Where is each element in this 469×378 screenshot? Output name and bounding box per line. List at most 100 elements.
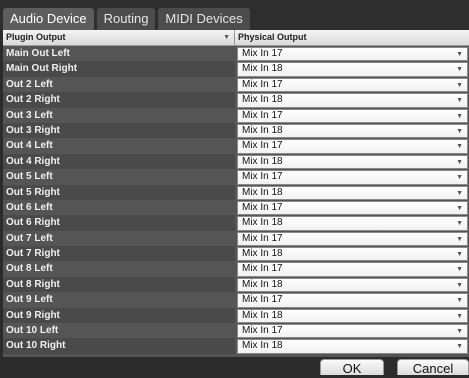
table-row: Out 2 Left Mix In 17 ▼ xyxy=(3,76,469,93)
chevron-down-icon: ▼ xyxy=(456,158,463,166)
physical-output-cell: Mix In 18 ▼ xyxy=(235,92,469,108)
tabs: Audio Device Routing MIDI Devices xyxy=(3,8,253,30)
physical-output-value: Mix In 18 xyxy=(242,155,283,167)
chevron-down-icon: ▼ xyxy=(456,281,463,289)
chevron-down-icon: ▼ xyxy=(456,51,463,58)
physical-output-cell: Mix In 18 ▼ xyxy=(235,61,469,77)
physical-output-cell: Mix In 17 ▼ xyxy=(235,199,469,216)
physical-output-value: Mix In 17 xyxy=(242,232,283,244)
physical-output-value: Mix In 18 xyxy=(242,217,283,229)
physical-output-cell: Mix In 18 ▼ xyxy=(235,153,469,170)
physical-output-select[interactable]: Mix In 17 ▼ xyxy=(237,47,468,62)
physical-output-value: Mix In 17 xyxy=(242,48,283,59)
ok-button[interactable]: OK xyxy=(320,359,384,376)
plugin-output-label: Main Out Right xyxy=(3,61,235,77)
plugin-output-label: Out 9 Right xyxy=(3,307,235,324)
chevron-down-icon: ▼ xyxy=(456,174,463,182)
plugin-output-label: Out 7 Left xyxy=(3,230,235,247)
tab-bar: Audio Device Routing MIDI Devices xyxy=(0,0,469,30)
plugin-output-label: Out 7 Right xyxy=(3,246,235,262)
physical-output-cell: Mix In 17 ▼ xyxy=(235,323,469,339)
physical-output-cell: Mix In 18 ▼ xyxy=(235,338,469,354)
table-row: Out 9 Left Mix In 17 ▼ xyxy=(3,292,469,308)
physical-output-select[interactable]: Mix In 18 ▼ xyxy=(237,247,468,262)
plugin-output-label: Out 10 Left xyxy=(3,323,235,339)
plugin-output-label: Out 2 Left xyxy=(3,76,235,93)
chevron-down-icon: ▼ xyxy=(456,143,463,151)
physical-output-cell: Mix In 17 ▼ xyxy=(235,76,469,93)
physical-output-cell: Mix In 18 ▼ xyxy=(235,122,469,139)
table-row: Main Out Left Mix In 17 ▼ xyxy=(3,46,469,62)
physical-output-value: Mix In 18 xyxy=(242,94,283,106)
physical-output-select[interactable]: Mix In 17 ▼ xyxy=(237,77,468,93)
physical-output-cell: Mix In 17 ▼ xyxy=(235,107,469,123)
tab-midi-devices[interactable]: MIDI Devices xyxy=(158,8,250,30)
physical-output-select[interactable]: Mix In 17 ▼ xyxy=(237,293,468,308)
physical-output-select[interactable]: Mix In 17 ▼ xyxy=(237,170,468,185)
table-row: Out 3 Left Mix In 17 ▼ xyxy=(3,107,469,123)
column-header-plugin-output[interactable]: Plugin Output ▼ xyxy=(3,30,235,45)
chevron-down-icon: ▼ xyxy=(456,81,463,89)
physical-output-select[interactable]: Mix In 17 ▼ xyxy=(237,108,468,123)
table-row: Out 6 Left Mix In 17 ▼ xyxy=(3,199,469,216)
physical-output-select[interactable]: Mix In 18 ▼ xyxy=(237,93,468,108)
chevron-down-icon: ▼ xyxy=(456,251,463,259)
physical-output-select[interactable]: Mix In 17 ▼ xyxy=(237,200,468,216)
plugin-output-label: Out 2 Right xyxy=(3,92,235,108)
physical-output-cell: Mix In 18 ▼ xyxy=(235,184,469,200)
table-row: Out 7 Right Mix In 18 ▼ xyxy=(3,246,469,262)
physical-output-value: Mix In 17 xyxy=(242,201,283,213)
physical-output-value: Mix In 18 xyxy=(242,186,283,198)
plugin-output-label: Out 8 Right xyxy=(3,276,235,293)
physical-output-value: Mix In 17 xyxy=(242,140,283,152)
table-body: Main Out Left Mix In 17 ▼ Main Out Right Mix… xyxy=(3,46,469,354)
routing-table: Plugin Output ▼ Physical Output Main Out… xyxy=(3,30,469,357)
physical-output-select[interactable]: Mix In 18 ▼ xyxy=(237,154,468,170)
chevron-down-icon: ▼ xyxy=(456,312,463,320)
physical-output-select[interactable]: Mix In 17 ▼ xyxy=(237,139,468,154)
physical-output-value: Mix In 18 xyxy=(242,278,283,290)
physical-output-value: Mix In 18 xyxy=(242,124,283,136)
chevron-down-icon: ▼ xyxy=(456,266,463,274)
column-header-label: Plugin Output xyxy=(6,32,66,42)
physical-output-value: Mix In 17 xyxy=(242,109,283,121)
column-header-label: Physical Output xyxy=(238,32,307,42)
chevron-down-icon: ▼ xyxy=(456,127,463,135)
physical-output-select[interactable]: Mix In 18 ▼ xyxy=(237,216,468,231)
physical-output-value: Mix In 17 xyxy=(242,263,283,275)
physical-output-select[interactable]: Mix In 18 ▼ xyxy=(237,62,468,77)
physical-output-select[interactable]: Mix In 18 ▼ xyxy=(237,185,468,200)
column-header-physical-output[interactable]: Physical Output xyxy=(235,30,469,45)
physical-output-select[interactable]: Mix In 17 ▼ xyxy=(237,262,468,277)
chevron-down-icon: ▼ xyxy=(456,343,463,351)
plugin-output-label: Out 10 Right xyxy=(3,338,235,354)
physical-output-select[interactable]: Mix In 18 ▼ xyxy=(237,339,468,354)
table-row: Out 4 Left Mix In 17 ▼ xyxy=(3,138,469,154)
plugin-output-label: Out 3 Left xyxy=(3,107,235,123)
table-row: Main Out Right Mix In 18 ▼ xyxy=(3,61,469,77)
physical-output-select[interactable]: Mix In 18 ▼ xyxy=(237,277,468,293)
physical-output-select[interactable]: Mix In 17 ▼ xyxy=(237,324,468,339)
physical-output-cell: Mix In 18 ▼ xyxy=(235,307,469,324)
physical-output-value: Mix In 18 xyxy=(242,340,283,352)
physical-output-cell: Mix In 17 ▼ xyxy=(235,261,469,277)
chevron-down-icon: ▼ xyxy=(456,235,463,243)
table-row: Out 10 Left Mix In 17 ▼ xyxy=(3,323,469,339)
chevron-down-icon: ▼ xyxy=(456,66,463,74)
physical-output-value: Mix In 17 xyxy=(242,294,283,306)
plugin-output-label: Out 3 Right xyxy=(3,122,235,139)
physical-output-value: Mix In 17 xyxy=(242,325,283,337)
chevron-down-icon: ▼ xyxy=(456,297,463,305)
table-header: Plugin Output ▼ Physical Output xyxy=(3,30,469,46)
tab-audio-device[interactable]: Audio Device xyxy=(3,8,94,30)
physical-output-cell: Mix In 18 ▼ xyxy=(235,246,469,262)
physical-output-select[interactable]: Mix In 17 ▼ xyxy=(237,231,468,247)
table-row: Out 4 Right Mix In 18 ▼ xyxy=(3,153,469,170)
physical-output-cell: Mix In 17 ▼ xyxy=(235,230,469,247)
cancel-button[interactable]: Cancel xyxy=(397,359,469,376)
physical-output-select[interactable]: Mix In 18 ▼ xyxy=(237,123,468,139)
physical-output-select[interactable]: Mix In 18 ▼ xyxy=(237,308,468,324)
plugin-output-label: Out 6 Left xyxy=(3,199,235,216)
tab-routing[interactable]: Routing xyxy=(96,8,156,30)
physical-output-cell: Mix In 18 ▼ xyxy=(235,215,469,231)
